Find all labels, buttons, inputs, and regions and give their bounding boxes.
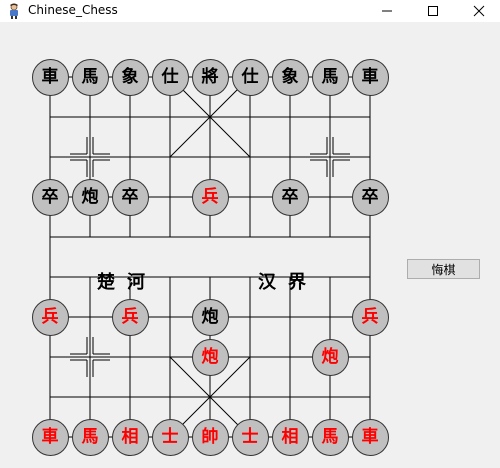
maximize-icon — [428, 6, 438, 16]
piece-red-cannon-left[interactable]: 炮 — [191, 338, 229, 376]
piece-red-advisor-right[interactable]: 士 — [231, 418, 269, 456]
maximize-button[interactable] — [410, 0, 456, 22]
app-icon — [10, 3, 18, 19]
piece-black-elephant-right[interactable]: 象 — [271, 58, 309, 96]
piece-black-general[interactable]: 將 — [191, 58, 229, 96]
window-title: Chinese_Chess — [28, 3, 118, 17]
minimize-icon — [382, 10, 392, 12]
piece-black-soldier-2[interactable]: 卒 — [111, 178, 149, 216]
piece-red-horse-left[interactable]: 馬 — [71, 418, 109, 456]
piece-red-soldier-5[interactable]: 兵 — [351, 298, 389, 336]
piece-red-elephant-left[interactable]: 相 — [111, 418, 149, 456]
piece-red-soldier-1[interactable]: 兵 — [31, 298, 69, 336]
piece-black-soldier-1[interactable]: 卒 — [31, 178, 69, 216]
piece-black-advisor-right[interactable]: 仕 — [231, 58, 269, 96]
piece-black-advisor-left[interactable]: 仕 — [151, 58, 189, 96]
piece-black-soldier-4[interactable]: 卒 — [271, 178, 309, 216]
piece-black-horse-right[interactable]: 馬 — [311, 58, 349, 96]
river-label-chu-he: 楚河 — [97, 272, 157, 293]
minimize-button[interactable] — [364, 0, 410, 22]
piece-black-soldier-5[interactable]: 卒 — [351, 178, 389, 216]
piece-red-advisor-left[interactable]: 士 — [151, 418, 189, 456]
piece-black-elephant-left[interactable]: 象 — [111, 58, 149, 96]
piece-red-chariot-right[interactable]: 車 — [351, 418, 389, 456]
river-label-han-jie: 汉界 — [258, 272, 318, 293]
piece-black-cannon-right[interactable]: 炮 — [191, 298, 229, 336]
piece-black-cannon-left[interactable]: 炮 — [71, 178, 109, 216]
piece-black-chariot-left[interactable]: 車 — [31, 58, 69, 96]
piece-black-chariot-right[interactable]: 車 — [351, 58, 389, 96]
piece-red-horse-right[interactable]: 馬 — [311, 418, 349, 456]
piece-red-elephant-right[interactable]: 相 — [271, 418, 309, 456]
title-bar: Chinese_Chess — [0, 0, 500, 22]
close-icon — [473, 5, 485, 17]
piece-red-chariot-left[interactable]: 車 — [31, 418, 69, 456]
piece-red-general[interactable]: 帥 — [191, 418, 229, 456]
undo-button[interactable]: 悔棋 — [407, 259, 480, 279]
game-area: 楚河 汉界 車馬象仕將仕象馬車卒炮卒兵卒卒兵兵炮兵炮炮車馬相士帥士相馬車 悔棋 — [0, 22, 500, 468]
close-button[interactable] — [456, 0, 500, 22]
piece-red-soldier-2[interactable]: 兵 — [111, 298, 149, 336]
piece-black-horse-left[interactable]: 馬 — [71, 58, 109, 96]
piece-red-cannon-right[interactable]: 炮 — [311, 338, 349, 376]
piece-red-soldier-advanced[interactable]: 兵 — [191, 178, 229, 216]
